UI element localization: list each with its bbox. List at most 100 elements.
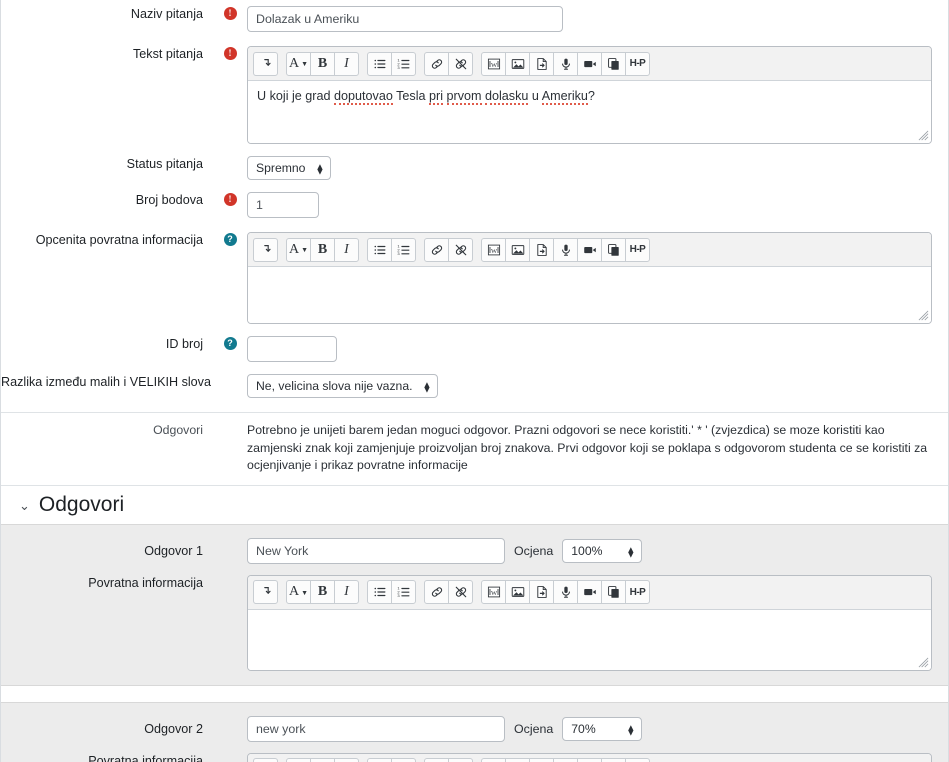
equation-editor-icon[interactable]: W — [481, 51, 506, 76]
toolbar-group-0 — [253, 237, 278, 262]
insert-link-icon[interactable] — [424, 758, 449, 762]
manage-files-icon[interactable] — [529, 758, 554, 762]
manage-files-icon[interactable] — [529, 580, 554, 604]
record-video-icon[interactable] — [577, 237, 602, 262]
expand-toolbar-icon[interactable] — [253, 237, 278, 262]
answer-feedback-label-0: Povratna informacija — [88, 575, 203, 590]
help-icon[interactable]: ? — [223, 337, 237, 350]
italic-icon[interactable]: I — [334, 758, 359, 762]
h5p-icon[interactable]: H-P — [625, 758, 650, 762]
insert-link-icon[interactable] — [424, 580, 449, 604]
equation-editor-icon[interactable]: W — [481, 758, 506, 762]
answers-intro-row: Odgovori Potrebno je unijeti barem jedan… — [1, 413, 948, 485]
field-select-2[interactable]: Spremno ▲ ▼ — [247, 156, 332, 180]
unlink-icon[interactable] — [448, 51, 473, 76]
toolbar-group-0 — [253, 580, 278, 604]
editor-content-4[interactable] — [248, 267, 931, 323]
field-select-6[interactable]: Ne, velicina slova nije vazna. ▲ ▼ — [247, 374, 439, 398]
editor-content-1[interactable]: U koji je grad doputovao Tesla pri prvom… — [248, 81, 931, 143]
insert-image-icon[interactable] — [505, 580, 530, 604]
answer-block-1: Odgovor 2 Ocjena 70% ▲▼ Povratna informacija… — [1, 701, 948, 762]
italic-icon[interactable]: I — [334, 51, 359, 76]
record-video-icon[interactable] — [577, 758, 602, 762]
h5p-icon[interactable]: H-P — [625, 237, 650, 262]
bullet-list-icon[interactable] — [367, 580, 392, 604]
question-settings-fields: Naziv pitanja!Tekst pitanja!A▼BI123WH-PU… — [1, 0, 948, 404]
record-audio-icon[interactable] — [553, 237, 578, 262]
italic-icon[interactable]: I — [334, 580, 359, 604]
unlink-icon[interactable] — [448, 237, 473, 262]
chevron-down-icon[interactable]: ⌄ — [19, 499, 30, 512]
numbered-list-icon[interactable]: 123 — [391, 237, 416, 262]
field-input-0[interactable] — [247, 6, 563, 32]
unlink-icon[interactable] — [448, 758, 473, 762]
required-field-icon[interactable]: ! — [223, 47, 237, 60]
expand-toolbar-icon[interactable] — [253, 580, 278, 604]
record-video-icon[interactable] — [577, 580, 602, 604]
paragraph-style-icon[interactable]: A▼ — [286, 51, 311, 76]
paragraph-style-icon[interactable]: A▼ — [286, 758, 311, 762]
paragraph-style-icon[interactable]: A▼ — [286, 580, 311, 604]
rich-text-editor-1: A ▼ B I 1 2 3 W H-P U koji je grad doputovao Tesl… — [247, 46, 932, 144]
bullet-list-icon[interactable] — [367, 51, 392, 76]
manage-files-icon[interactable] — [529, 51, 554, 76]
paragraph-style-icon[interactable]: A▼ — [286, 237, 311, 262]
copy-paste-icon[interactable] — [601, 758, 626, 762]
field-input-5[interactable] — [247, 336, 337, 362]
resize-handle-icon[interactable] — [918, 657, 929, 668]
help-icon[interactable]: ? — [223, 233, 237, 246]
answer-input-1[interactable] — [247, 715, 505, 742]
insert-image-icon[interactable] — [505, 237, 530, 262]
copy-paste-icon[interactable] — [601, 51, 626, 76]
toolbar-group-1: A▼BI — [286, 237, 359, 262]
grade-select-1[interactable]: 70% ▲ ▼ — [562, 716, 643, 741]
toolbar-group-2: 123 — [367, 237, 416, 262]
h5p-icon[interactable]: H-P — [625, 580, 650, 604]
bullet-list-icon[interactable] — [367, 237, 392, 262]
editor-toolbar: A▼BI 123 W H-P — [248, 753, 931, 762]
bold-icon[interactable]: B — [310, 580, 335, 604]
required-field-icon[interactable]: ! — [223, 7, 237, 20]
numbered-list-icon[interactable]: 123 — [391, 580, 416, 604]
insert-image-icon[interactable] — [505, 758, 530, 762]
resize-handle-icon[interactable] — [918, 310, 929, 321]
bold-icon[interactable]: B — [310, 51, 335, 76]
h5p-icon[interactable]: H-P — [625, 51, 650, 76]
unlink-icon[interactable] — [448, 580, 473, 604]
equation-editor-icon[interactable]: W — [481, 580, 506, 604]
manage-files-icon[interactable] — [529, 237, 554, 262]
grade-select-0[interactable]: 100% ▲ ▼ — [562, 538, 643, 563]
answer-input-0[interactable] — [247, 537, 505, 564]
copy-paste-icon[interactable] — [601, 580, 626, 604]
record-audio-icon[interactable] — [553, 51, 578, 76]
copy-paste-icon[interactable] — [601, 237, 626, 262]
field-label-2: Status pitanja — [126, 157, 203, 171]
record-audio-icon[interactable] — [553, 758, 578, 762]
numbered-list-icon[interactable]: 123 — [391, 758, 416, 762]
numbered-list-icon[interactable]: 123 — [391, 51, 416, 76]
insert-link-icon[interactable] — [424, 51, 449, 76]
field-control-3 — [247, 192, 948, 218]
toolbar-group-1: A▼BI — [286, 580, 359, 604]
bold-icon[interactable]: B — [310, 758, 335, 762]
insert-image-icon[interactable] — [505, 51, 530, 76]
answer-feedback-row-1: Povratna informacija A▼BI 123 W H-P — [1, 745, 948, 762]
bold-icon[interactable]: B — [310, 237, 335, 262]
resize-handle-icon[interactable] — [918, 130, 929, 141]
italic-icon[interactable]: I — [334, 237, 359, 262]
required-field-icon[interactable]: ! — [223, 193, 237, 206]
field-input-3[interactable] — [247, 192, 319, 218]
record-audio-icon[interactable] — [553, 580, 578, 604]
answers-intro-label: Odgovori — [153, 423, 203, 437]
equation-editor-icon[interactable]: W — [481, 237, 506, 262]
answers-section-header[interactable]: ⌄ Odgovori — [1, 486, 948, 524]
field-label-3: Broj bodova — [135, 193, 203, 207]
field-label-0: Naziv pitanja — [130, 7, 203, 21]
feedback-content-0[interactable] — [248, 609, 931, 670]
expand-toolbar-icon[interactable] — [253, 758, 278, 762]
expand-toolbar-icon[interactable] — [253, 51, 278, 76]
insert-link-icon[interactable] — [424, 237, 449, 262]
answer-feedback-badge-slot-1 — [213, 753, 247, 754]
bullet-list-icon[interactable] — [367, 758, 392, 762]
record-video-icon[interactable] — [577, 51, 602, 76]
